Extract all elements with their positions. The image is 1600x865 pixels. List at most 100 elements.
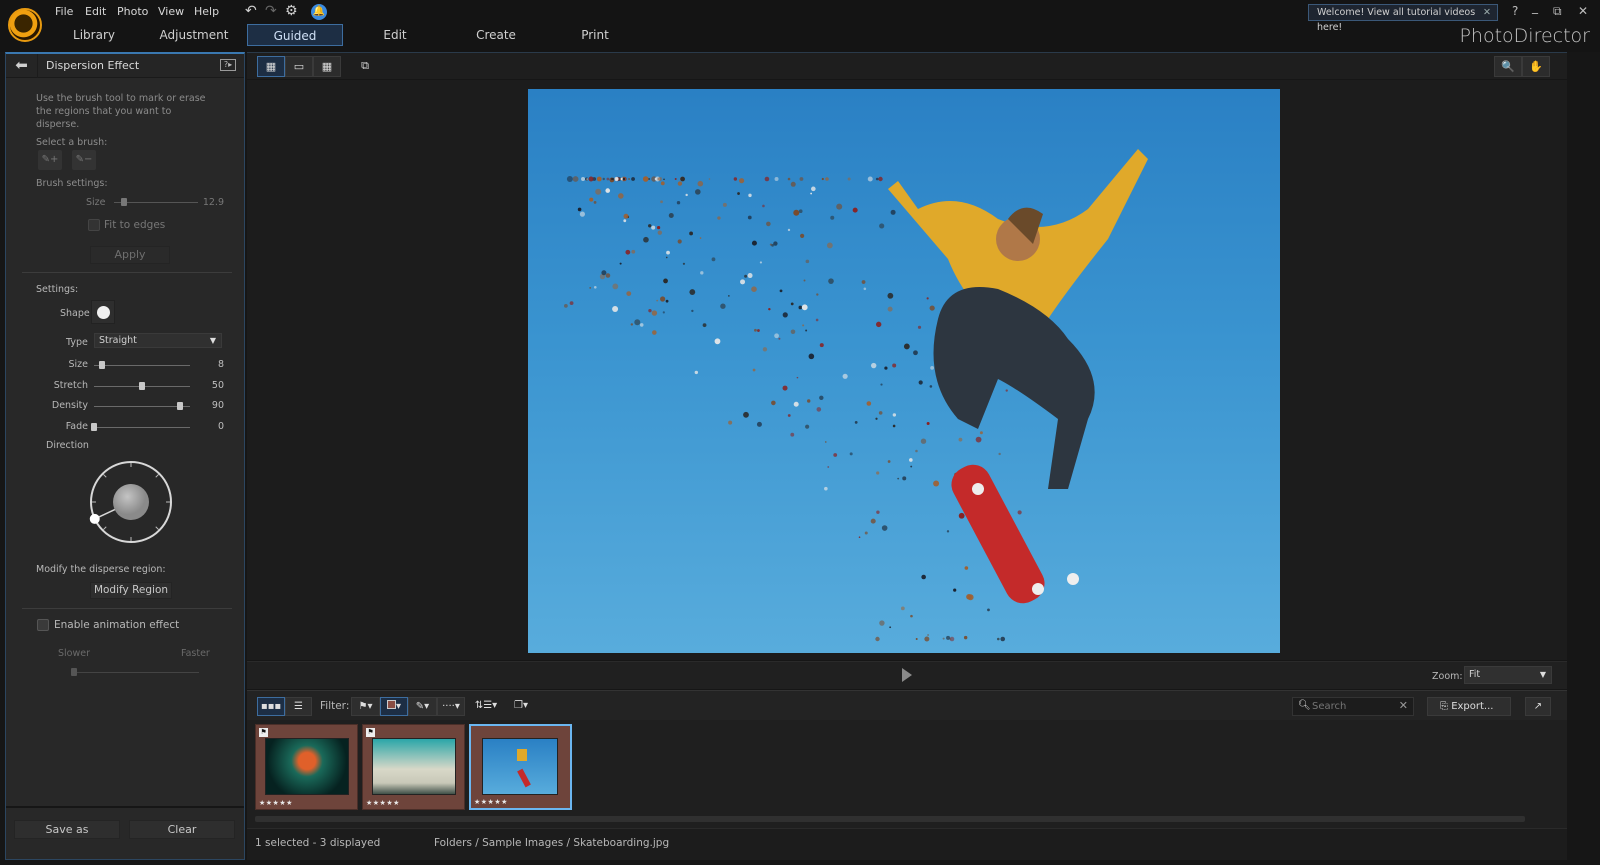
clear-search-icon[interactable]: ✕: [1399, 699, 1408, 712]
zoom-dropdown[interactable]: Fit ▼: [1464, 666, 1552, 684]
brand-title: PhotoDirector: [1459, 25, 1590, 47]
notification-bell-icon[interactable]: 🔔: [311, 4, 327, 20]
thumbnail-rocket-launch[interactable]: ⚑ ★★★★★: [362, 724, 465, 810]
clear-button[interactable]: Clear: [129, 820, 235, 839]
particle: [918, 380, 923, 385]
particle: [854, 420, 858, 424]
fit-to-edges-checkbox[interactable]: [88, 219, 100, 231]
particle: [819, 395, 824, 400]
sort-icon[interactable]: ⇅☰▾: [472, 697, 500, 716]
close-button[interactable]: ✕: [1578, 4, 1588, 18]
undo-icon[interactable]: ↶: [245, 3, 257, 19]
slider-track-size[interactable]: [94, 365, 190, 366]
open-external-icon[interactable]: ↗: [1525, 697, 1551, 716]
animation-speed-track[interactable]: [74, 672, 199, 673]
particle: [634, 319, 641, 326]
brush-size-slider-thumb[interactable]: [121, 198, 128, 206]
thumbnail-skateboarding[interactable]: ★★★★★: [469, 724, 572, 810]
slider-thumb-stretch[interactable]: [139, 381, 145, 390]
hand-tool-icon[interactable]: ✋: [1522, 56, 1550, 77]
particle: [668, 213, 674, 219]
search-box[interactable]: 🔍︎ ✕: [1292, 697, 1414, 716]
erase-brush-icon[interactable]: ✎−: [72, 150, 96, 170]
filmstrip-view-icon[interactable]: ▪▪▪: [257, 697, 285, 716]
dual-monitor-icon[interactable]: ⧉: [351, 56, 379, 77]
particle: [602, 177, 605, 181]
chevron-down-icon: ▼: [209, 336, 216, 345]
particle: [875, 417, 878, 420]
close-banner-icon[interactable]: ✕: [1483, 5, 1491, 20]
menu-photo[interactable]: Photo: [117, 5, 148, 18]
particle: [881, 525, 888, 531]
particle: [623, 219, 627, 223]
settings-icon[interactable]: ⚙: [285, 3, 298, 19]
save-as-button[interactable]: Save as: [14, 820, 120, 839]
tab-adjustment[interactable]: Adjustment: [150, 24, 238, 46]
grid-view-icon[interactable]: ▦: [313, 56, 341, 77]
slider-thumb-size[interactable]: [98, 361, 105, 369]
filmstrip-scrollbar[interactable]: [255, 816, 1525, 822]
enable-animation-checkbox[interactable]: [37, 619, 49, 631]
apply-button[interactable]: Apply: [90, 246, 170, 264]
add-brush-icon[interactable]: ✎+: [38, 150, 62, 170]
direction-dial[interactable]: [86, 457, 176, 547]
main-photo-skateboarding[interactable]: [528, 89, 1280, 653]
particle: [773, 241, 778, 246]
tab-print[interactable]: Print: [565, 24, 625, 46]
tab-guided[interactable]: Guided: [247, 24, 343, 46]
tab-library[interactable]: Library: [60, 24, 128, 46]
dial-knob[interactable]: [113, 484, 149, 520]
redo-icon[interactable]: ↷: [265, 3, 277, 19]
particle: [889, 626, 892, 629]
particle: [887, 292, 894, 299]
particle: [665, 299, 669, 303]
play-icon[interactable]: [902, 668, 912, 682]
particle: [828, 278, 834, 284]
particle: [825, 177, 829, 181]
modify-region-button[interactable]: Modify Region: [90, 582, 172, 599]
animation-speed-thumb[interactable]: [71, 668, 77, 676]
menu-file[interactable]: File: [55, 5, 73, 18]
particle: [628, 178, 630, 180]
wheel: [1067, 573, 1079, 585]
menu-view[interactable]: View: [158, 5, 184, 18]
tutorial-help-icon[interactable]: ?▸: [220, 59, 236, 71]
tab-edit[interactable]: Edit: [365, 24, 425, 46]
particle: [782, 385, 788, 391]
restore-button[interactable]: ⧉: [1553, 4, 1562, 19]
particle: [762, 347, 768, 352]
list-view-icon[interactable]: ☰: [285, 697, 312, 716]
thumbnail-maple-leaf[interactable]: ⚑ ★★★★★: [255, 724, 358, 810]
zoom-tool-icon[interactable]: 🔍: [1494, 56, 1522, 77]
menu-help[interactable]: Help: [194, 5, 219, 18]
particle: [996, 637, 1000, 641]
slider-track-fade[interactable]: [94, 426, 190, 428]
menu-edit[interactable]: Edit: [85, 5, 106, 18]
dial-handle[interactable]: [89, 513, 100, 524]
tutorial-banner[interactable]: Welcome! View all tutorial videos here! …: [1308, 4, 1498, 33]
single-view-icon[interactable]: ▦: [257, 56, 285, 77]
back-arrow-icon[interactable]: ⬅: [6, 54, 38, 78]
search-input[interactable]: [1312, 699, 1400, 714]
particle: [903, 343, 910, 350]
slider-thumb-fade[interactable]: [91, 422, 97, 431]
color-label-filter-icon[interactable]: ▾: [380, 697, 408, 716]
export-button[interactable]: ⎘ Export...: [1427, 697, 1511, 716]
flag-filter-icon[interactable]: ⚑▾: [351, 697, 380, 716]
particle: [842, 373, 848, 379]
shape-picker[interactable]: [91, 300, 115, 324]
particle: [805, 329, 808, 332]
tab-create[interactable]: Create: [463, 24, 529, 46]
more-filters-icon[interactable]: ····▾: [437, 697, 465, 716]
minimize-button[interactable]: _: [1532, 0, 1538, 14]
help-button[interactable]: ?: [1512, 4, 1518, 18]
slider-track-density[interactable]: [94, 406, 190, 407]
type-dropdown[interactable]: Straight ▼: [94, 333, 222, 348]
slider-label-stretch: Stretch: [53, 379, 88, 391]
slider-thumb-density[interactable]: [177, 402, 184, 410]
stack-icon[interactable]: ❐▾: [509, 697, 533, 716]
particle: [747, 215, 752, 220]
edited-filter-icon[interactable]: ✎▾: [408, 697, 437, 716]
compare-view-icon[interactable]: ▭: [285, 56, 313, 77]
particle: [774, 333, 779, 339]
